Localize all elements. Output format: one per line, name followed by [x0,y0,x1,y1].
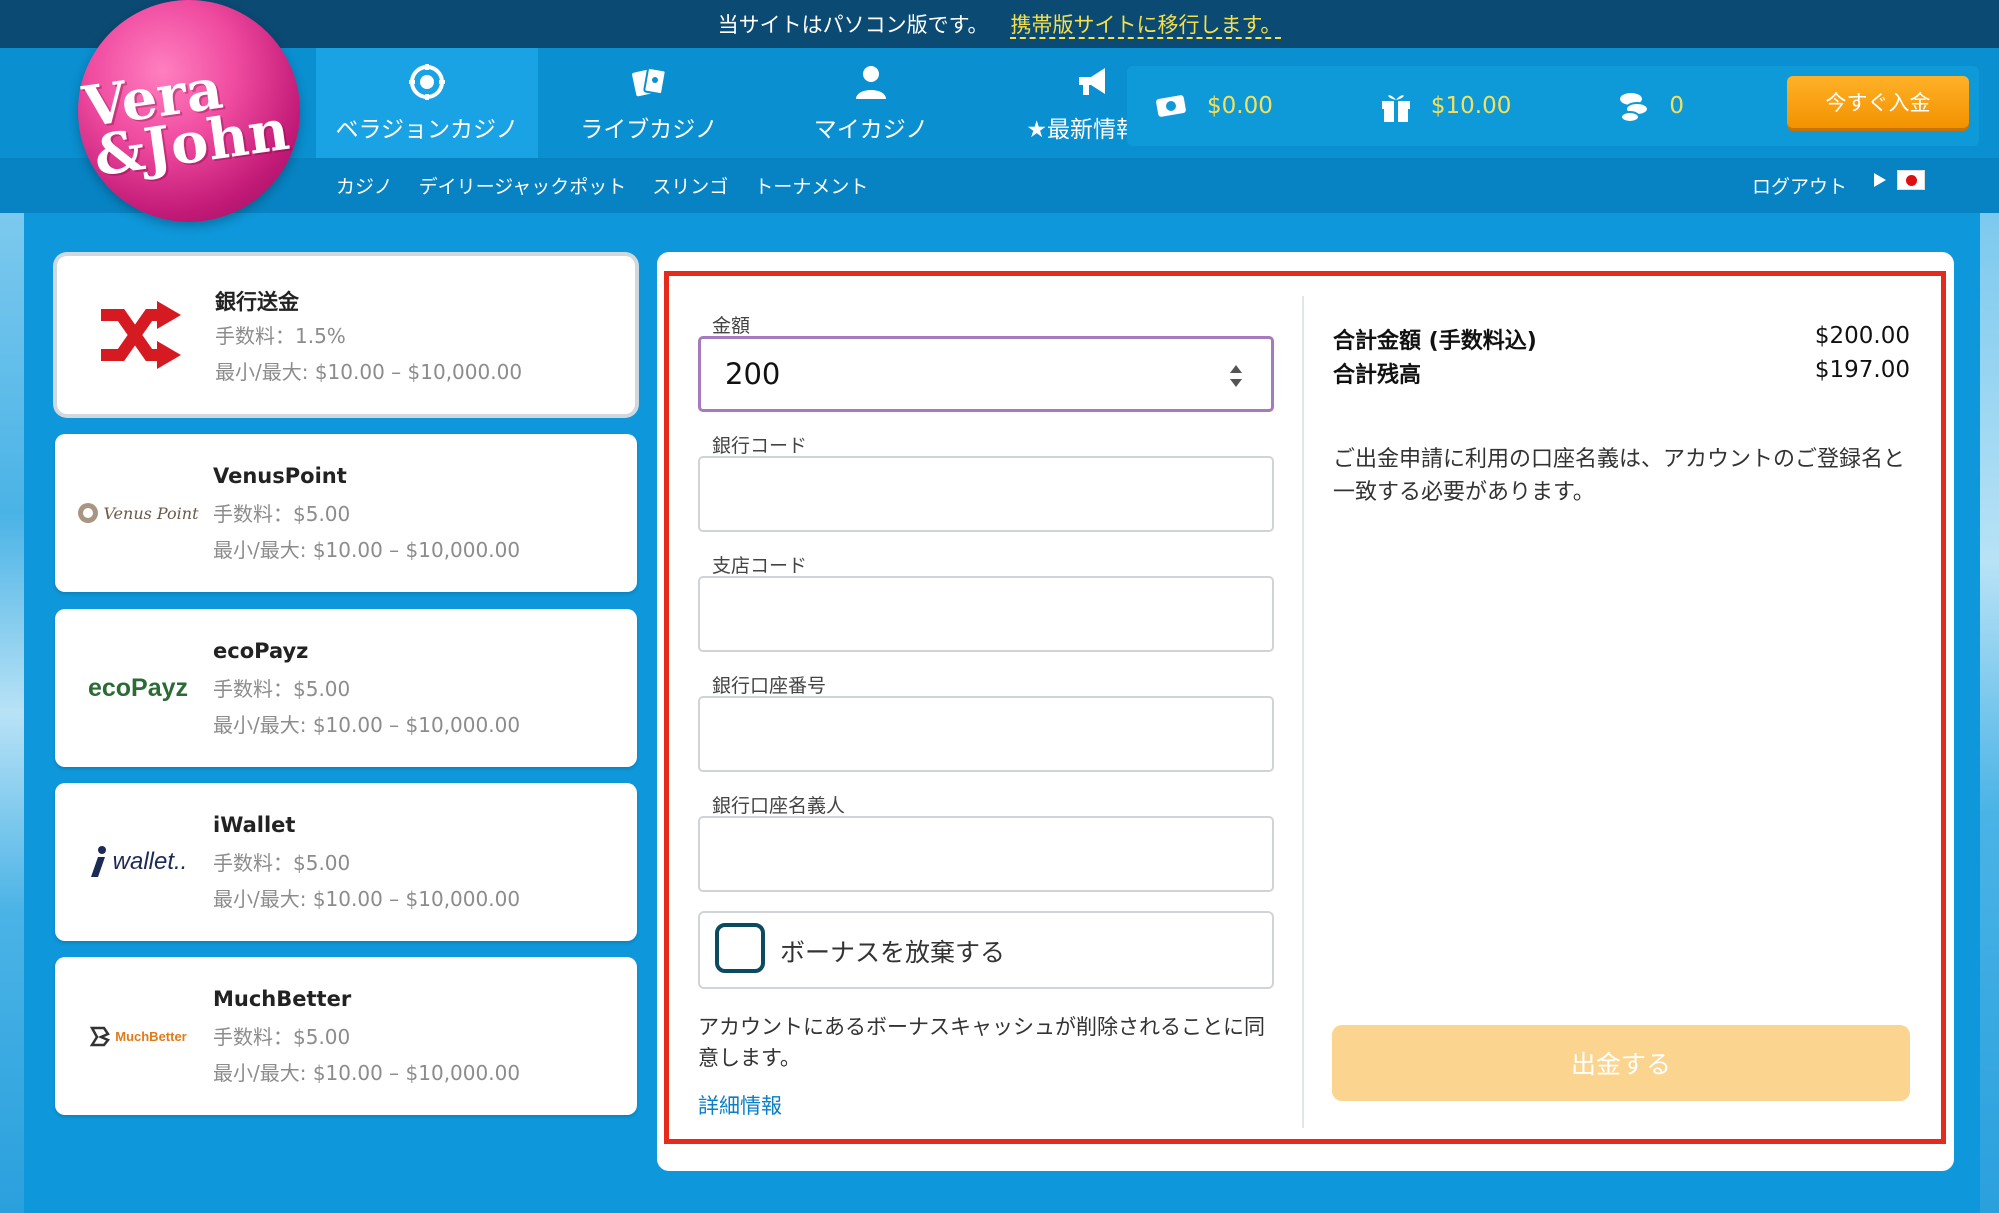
tab-label: ベラジョンカジノ [335,117,519,143]
cash-balance[interactable]: $0.00 [1153,87,1273,125]
iwallet-logo-text: wallet.. [112,848,188,875]
method-card-iwallet[interactable]: wallet.. iWallet 手数料：$5.00 最小/最大: $10.00… [55,783,637,941]
total-balance-label: 合計残高 [1333,363,1422,388]
method-fee: 手数料：1.5% [215,324,346,348]
tab-label: ライブカジノ [580,117,718,143]
logo-text: Vera &John [79,54,302,190]
method-logo: MuchBetter [73,993,203,1079]
number-spinner-icon[interactable] [1227,361,1245,391]
method-name: VenusPoint [213,464,347,488]
points-balance[interactable]: 0 [1615,87,1684,125]
cash-value: $0.00 [1207,93,1273,119]
left-background-texture [0,213,24,1213]
method-card-venuspoint[interactable]: Venus Point VenusPoint 手数料：$5.00 最小/最大: … [55,434,637,592]
chip-icon [409,64,445,100]
panel-divider [1302,296,1304,1128]
method-fee: 手数料：$5.00 [213,1025,351,1049]
bonus-balance[interactable]: $10.00 [1377,87,1511,125]
mobile-site-link[interactable]: 携帯版サイトに移行します。 [1011,9,1282,39]
method-logo: ecoPayz [73,645,203,731]
forfeit-bonus-label: ボーナスを放棄する [780,938,1006,967]
language-selector[interactable] [1873,170,1925,190]
subnav-slingo[interactable]: スリンゴ [652,172,728,199]
method-limit: 最小/最大: $10.00 – $10,000.00 [215,360,523,384]
method-logo: Venus Point [73,470,203,556]
total-amount-value: $200.00 [1814,323,1910,349]
subnav-casino[interactable]: カジノ [336,172,393,199]
subnav-daily-jackpot[interactable]: デイリージャックポット [419,172,627,199]
total-amount-label: 合計金額 (手数料込) [1333,329,1537,354]
method-name: ecoPayz [213,639,309,663]
method-name: iWallet [213,813,296,837]
logout-link[interactable]: ログアウト [1752,172,1847,199]
mobile-site-notice: 当サイトはパソコン版です。 携帯版サイトに移行します。 [0,0,1999,48]
points-value: 0 [1669,93,1684,119]
method-card-muchbetter[interactable]: MuchBetter MuchBetter 手数料：$5.00 最小/最大: $… [55,957,637,1115]
method-limit: 最小/最大: $10.00 – $10,000.00 [213,887,521,911]
bank-code-input[interactable] [698,456,1274,532]
site-header: Vera &John ベラジョンカジノ ライブカジノ マイカジノ ★最新情報★ … [0,0,1999,222]
method-fee: 手数料：$5.00 [213,677,351,701]
branch-code-label: 支店コード [712,555,808,577]
shuffle-icon [101,301,181,369]
megaphone-icon [1079,68,1105,95]
details-link[interactable]: 詳細情報 [698,1090,782,1120]
total-balance-value: $197.00 [1814,357,1910,383]
method-card-ecopayz[interactable]: ecoPayz ecoPayz 手数料：$5.00 最小/最大: $10.00 … [55,609,637,767]
deposit-now-button[interactable]: 今すぐ入金 [1787,76,1969,128]
coins-icon [1620,93,1650,123]
user-icon [856,66,886,99]
method-limit: 最小/最大: $10.00 – $10,000.00 [213,713,521,737]
venuspoint-logo-icon [78,503,99,523]
tab-vera-john-casino[interactable]: ベラジョンカジノ [316,48,538,158]
method-fee: 手数料：$5.00 [213,851,351,875]
wallet-bar: $0.00 $10.00 0 今すぐ入金 [1127,66,1979,146]
method-logo: wallet.. [73,819,203,905]
tab-label: マイカジノ [813,117,929,143]
money-icon [1156,95,1186,117]
account-holder-label: 銀行口座名義人 [712,795,846,817]
subnav-tournament[interactable]: トーナメント [754,172,868,199]
bonus-value: $10.00 [1430,93,1512,119]
sub-nav: カジノ デイリージャックポット スリンゴ トーナメント [336,172,868,199]
japan-flag-icon [1897,170,1925,190]
gift-icon [1381,95,1410,122]
account-number-input[interactable] [698,696,1274,772]
ecopayz-logo-text: ecoPayz [87,673,189,702]
bonus-consent-text: アカウントにあるボーナスキャッシュが削除されることに同意します。 [698,1015,1265,1070]
venuspoint-logo-text: Venus Point [103,503,199,523]
tab-my-casino[interactable]: マイカジノ [760,48,982,158]
withdraw-button[interactable]: 出金する [1332,1025,1910,1101]
forfeit-bonus-option[interactable]: ボーナスを放棄する [698,911,1274,989]
method-card-bank-transfer[interactable]: 銀行送金 手数料：1.5% 最小/最大: $10.00 – $10,000.00 [57,256,635,414]
account-number-label: 銀行口座番号 [712,675,827,697]
account-name-notice: ご出金申請に利用の口座名義は、アカウントのご登録名と一致する必要があります。 [1333,447,1906,505]
forfeit-bonus-checkbox[interactable] [715,923,765,973]
branch-code-input[interactable] [698,576,1274,652]
method-fee: 手数料：$5.00 [213,502,351,526]
notice-text: 当サイトはパソコン版です。 [717,13,989,37]
play-arrow-icon [1874,173,1886,187]
account-holder-input[interactable] [698,816,1274,892]
method-limit: 最小/最大: $10.00 – $10,000.00 [213,538,521,562]
method-name: 銀行送金 [215,290,299,314]
tab-live-casino[interactable]: ライブカジノ [538,48,760,158]
cards-icon [632,66,667,97]
amount-label: 金額 [712,315,751,337]
method-name: MuchBetter [213,987,352,1011]
bank-code-label: 銀行コード [712,435,808,457]
right-background-texture [1980,213,1999,1213]
amount-input[interactable]: 200 [698,336,1274,412]
muchbetter-logo-text: MuchBetter [115,1028,187,1044]
main-nav: ベラジョンカジノ ライブカジノ マイカジノ ★最新情報★ [316,48,1204,158]
muchbetter-logo-icon [89,1026,111,1047]
method-logo [75,292,205,378]
iwallet-logo-icon [90,846,106,877]
method-limit: 最小/最大: $10.00 – $10,000.00 [213,1061,521,1085]
amount-value: 200 [725,357,781,391]
vera-john-logo[interactable]: Vera &John [78,0,302,222]
